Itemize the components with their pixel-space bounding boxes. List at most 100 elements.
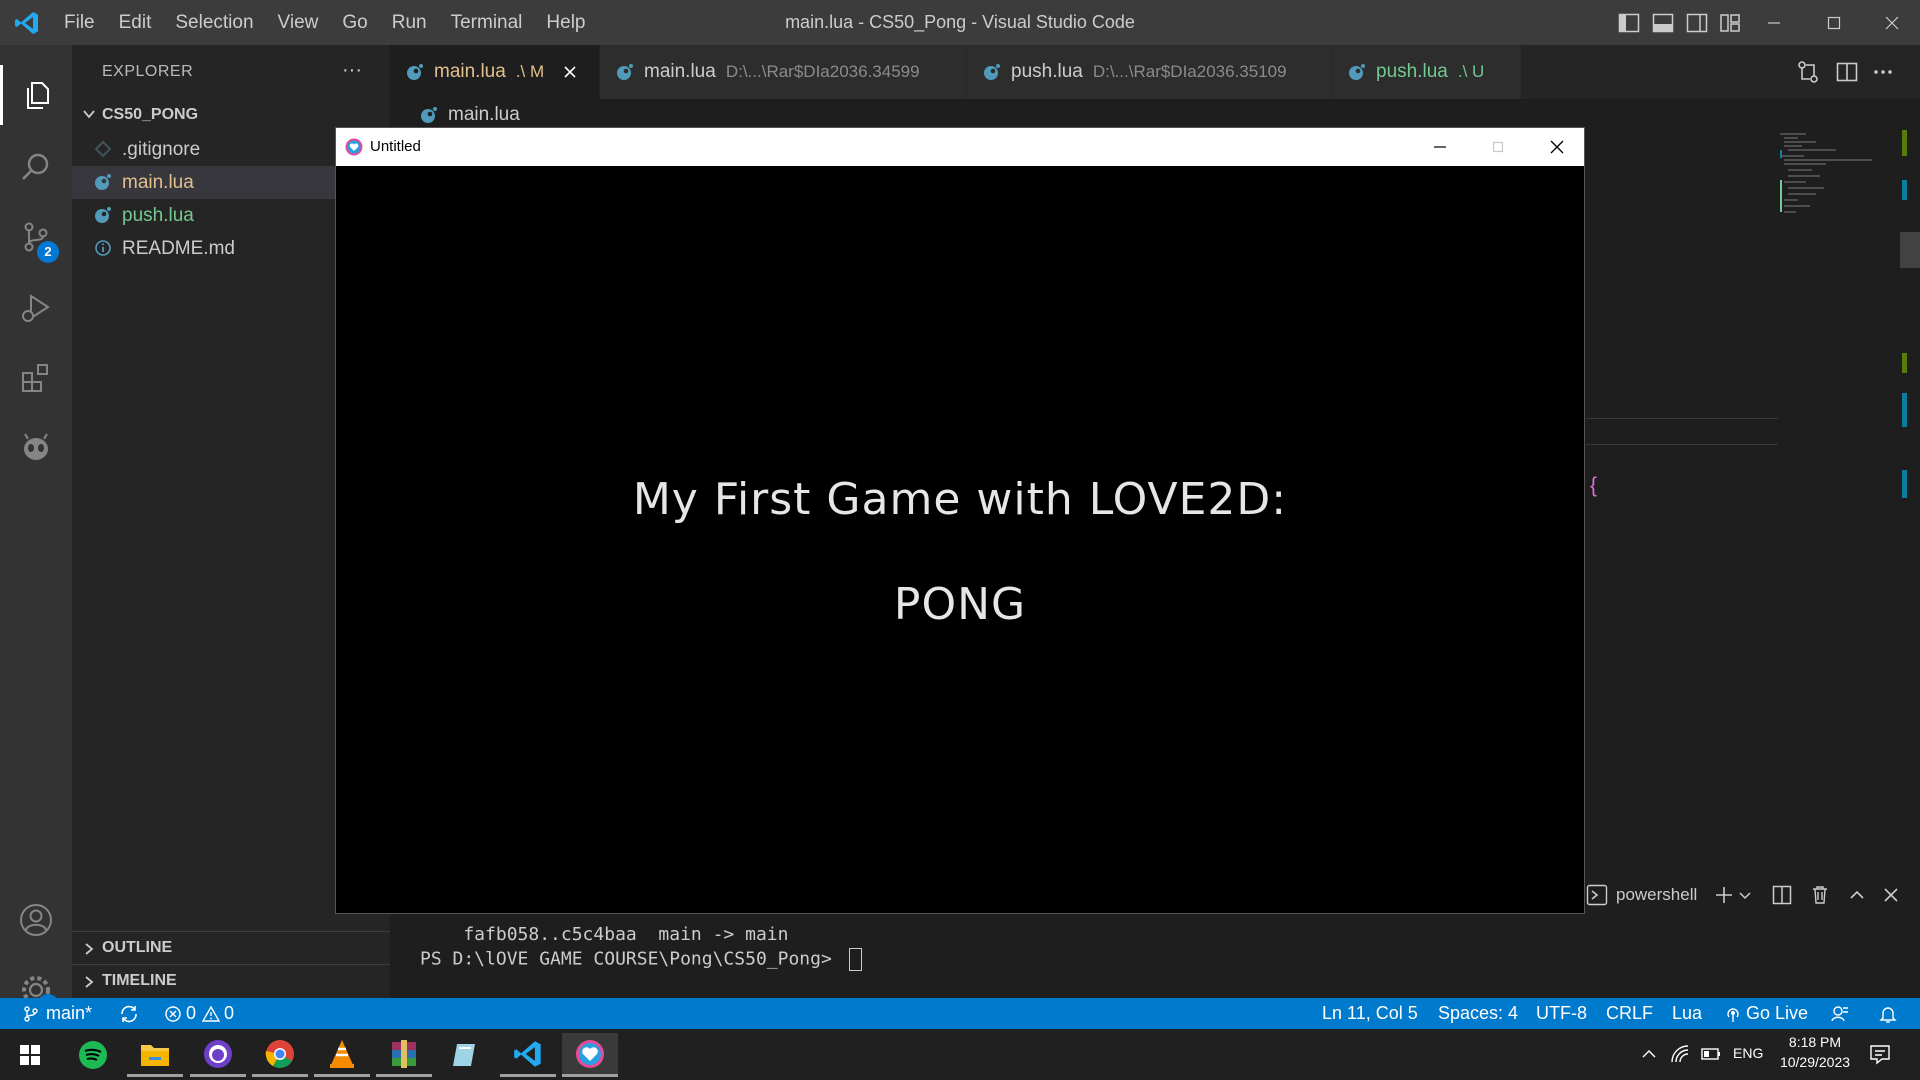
windows-taskbar: ENG 8:18 PM 10/29/2023	[0, 1029, 1920, 1080]
game-window-titlebar[interactable]: Untitled	[336, 128, 1584, 166]
outline-label: OUTLINE	[102, 939, 173, 956]
editor-scrollbar-thumb[interactable]	[1900, 232, 1920, 268]
terminal-shell-label[interactable]: powershell	[1616, 885, 1697, 905]
lua-file-icon	[1348, 63, 1366, 81]
split-editor-icon[interactable]	[1834, 59, 1860, 85]
open-changes-icon[interactable]	[1795, 59, 1821, 85]
timeline-section[interactable]: TIMELINE	[72, 964, 390, 998]
outline-section[interactable]: OUTLINE	[72, 931, 390, 965]
search-icon[interactable]	[0, 137, 72, 197]
close-icon[interactable]	[1880, 11, 1904, 35]
folder-header[interactable]: CS50_PONG	[72, 101, 390, 129]
game-minimize-icon[interactable]	[1430, 137, 1450, 157]
problems-indicator[interactable]: 0 0	[164, 998, 234, 1029]
vlc-icon[interactable]	[314, 1033, 370, 1077]
accounts-icon[interactable]	[0, 890, 72, 950]
alien-extension-icon[interactable]	[0, 418, 72, 478]
menu-run[interactable]: Run	[380, 12, 439, 34]
scrollbar-decorations	[1900, 128, 1908, 528]
terminal-panel[interactable]: fafb058..c5c4baa main -> main PS D:\lOVE…	[390, 910, 1920, 998]
folder-name: CS50_PONG	[102, 106, 199, 123]
more-actions-icon[interactable]	[1870, 59, 1896, 85]
tab-main-lua-rar[interactable]: main.lua D:\...\Rar$DIa2036.34599	[600, 45, 967, 99]
language-mode[interactable]: Lua	[1672, 998, 1702, 1029]
lua-file-icon	[616, 63, 634, 81]
sync-icon[interactable]	[118, 998, 140, 1029]
vscode-taskbar-icon[interactable]	[500, 1033, 556, 1077]
github-desktop-icon[interactable]	[190, 1033, 246, 1077]
toggle-primary-sidebar-icon[interactable]	[1617, 11, 1641, 35]
menu-terminal[interactable]: Terminal	[439, 12, 535, 34]
menu-help[interactable]: Help	[534, 12, 597, 34]
cursor-position[interactable]: Ln 11, Col 5	[1322, 998, 1418, 1029]
tab-main-lua-modified[interactable]: main.lua .\ M	[390, 45, 600, 99]
show-hidden-icons-chevron-up-icon[interactable]	[1640, 1045, 1658, 1063]
menu-file[interactable]: File	[52, 12, 107, 34]
menu-view[interactable]: View	[266, 12, 331, 34]
menu-edit[interactable]: Edit	[107, 12, 164, 34]
customize-layout-icon[interactable]	[1718, 11, 1742, 35]
encoding[interactable]: UTF-8	[1536, 998, 1587, 1029]
go-live-button[interactable]: Go Live	[1724, 998, 1808, 1029]
extensions-icon[interactable]	[0, 348, 72, 408]
battery-icon[interactable]	[1700, 1044, 1722, 1064]
input-language[interactable]: ENG	[1733, 1045, 1763, 1061]
source-control-icon[interactable]: 2	[0, 207, 72, 267]
file-explorer-icon[interactable]	[127, 1033, 183, 1077]
close-tab-icon[interactable]	[562, 64, 578, 80]
love2d-game-window[interactable]: Untitled My First Game with LOVE2D: PONG	[335, 127, 1585, 914]
game-close-icon[interactable]	[1547, 137, 1567, 157]
wifi-icon[interactable]	[1670, 1044, 1690, 1064]
tab-name: main.lua	[644, 61, 716, 82]
spotify-icon[interactable]	[65, 1033, 121, 1077]
vscode-logo-icon	[14, 10, 40, 36]
love2d-taskbar-icon[interactable]	[562, 1033, 618, 1077]
explorer-more-actions-button[interactable]: ···	[342, 59, 362, 82]
title-bar: File Edit Selection View Go Run Terminal…	[0, 0, 1920, 45]
chrome-icon[interactable]	[252, 1033, 308, 1077]
maximize-panel-chevron-up-icon[interactable]	[1847, 885, 1867, 905]
tab-push-lua-untracked[interactable]: push.lua .\ U	[1332, 45, 1522, 99]
branch-indicator[interactable]: main*	[22, 998, 92, 1029]
toggle-secondary-sidebar-icon[interactable]	[1685, 11, 1709, 35]
lua-file-icon	[421, 107, 437, 123]
toggle-panel-icon[interactable]	[1651, 11, 1675, 35]
menu-selection[interactable]: Selection	[163, 12, 265, 34]
terminal-icon	[1586, 884, 1608, 906]
menu-go[interactable]: Go	[330, 12, 379, 34]
chevron-right-icon	[80, 973, 98, 991]
tab-description: .\ U	[1457, 62, 1485, 81]
timeline-label: TIMELINE	[102, 972, 177, 989]
tab-description: .\ M	[515, 62, 545, 81]
menu-bar: File Edit Selection View Go Run Terminal…	[52, 0, 598, 45]
feedback-icon[interactable]	[1830, 998, 1850, 1029]
lua-file-icon	[406, 63, 424, 81]
explorer-icon[interactable]	[0, 65, 72, 125]
run-and-debug-icon[interactable]	[0, 278, 72, 338]
file-label: .gitignore	[122, 139, 201, 160]
app-launcher-icon[interactable]	[438, 1033, 494, 1077]
new-terminal-plus-icon[interactable]	[1713, 884, 1735, 906]
tab-push-lua-rar[interactable]: push.lua D:\...\Rar$DIa2036.35109	[967, 45, 1332, 99]
close-panel-icon[interactable]	[1881, 885, 1901, 905]
split-terminal-icon[interactable]	[1771, 884, 1793, 906]
minimize-icon[interactable]	[1762, 11, 1786, 35]
winrar-icon[interactable]	[376, 1033, 432, 1077]
action-center-icon[interactable]	[1868, 1042, 1892, 1066]
minimap[interactable]	[1776, 130, 1900, 230]
game-canvas[interactable]: My First Game with LOVE2D: PONG	[336, 166, 1584, 913]
clock[interactable]: 8:18 PM 10/29/2023	[1770, 1034, 1860, 1070]
maximize-icon[interactable]	[1822, 11, 1846, 35]
lua-file-icon	[983, 63, 1001, 81]
breadcrumb[interactable]: main.lua	[420, 102, 520, 128]
git-file-icon	[94, 140, 112, 158]
chevron-down-icon[interactable]	[1737, 887, 1753, 903]
file-label: push.lua	[122, 205, 194, 226]
indentation[interactable]: Spaces: 4	[1438, 998, 1518, 1029]
windows-start-icon[interactable]	[2, 1033, 58, 1077]
code-brace: {	[1590, 474, 1598, 497]
notifications-bell-icon[interactable]	[1878, 998, 1898, 1029]
end-of-line[interactable]: CRLF	[1606, 998, 1653, 1029]
trash-icon[interactable]	[1809, 884, 1831, 906]
status-bar: main* 0 0 Ln 11, Col 5 Spaces: 4 UTF-8 C…	[0, 998, 1920, 1029]
